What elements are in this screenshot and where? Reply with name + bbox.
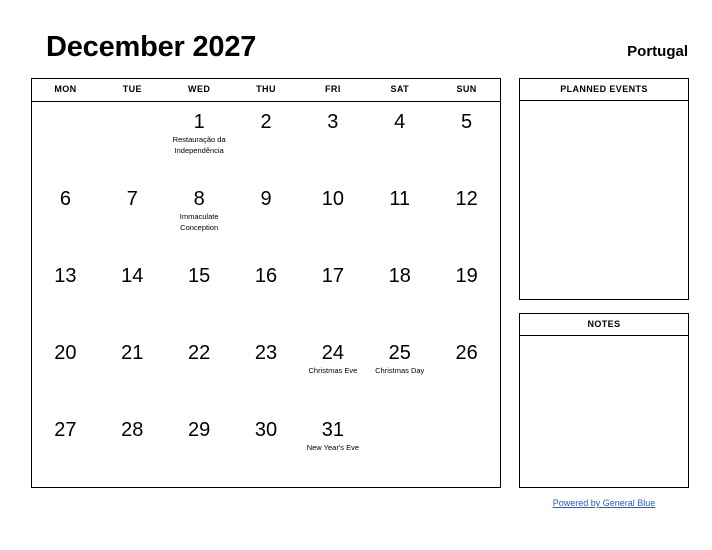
day-number: 8 (193, 188, 205, 210)
day-cell[interactable]: 28 (99, 410, 166, 487)
day-cell[interactable]: 20 (32, 333, 99, 410)
week-row: 1 Restauração da Independência 2 3 4 5 (32, 102, 500, 179)
calendar-weeks: 1 Restauração da Independência 2 3 4 5 6… (32, 102, 500, 487)
day-number: 24 (321, 342, 344, 364)
powered-by-link[interactable]: Powered by General Blue (519, 498, 689, 508)
weekday-header-row: MON TUE WED THU FRI SAT SUN (32, 79, 500, 102)
day-number: 16 (254, 265, 278, 287)
day-cell[interactable]: 27 (32, 410, 99, 487)
day-number: 12 (455, 188, 478, 210)
week-row: 20 21 22 23 24 Christmas Eve 25 Christma… (32, 333, 500, 410)
notes-panel: NOTES (519, 313, 689, 488)
day-cell[interactable]: 16 (233, 256, 300, 333)
day-number: 9 (260, 188, 272, 210)
day-number: 3 (327, 111, 339, 133)
day-event: Restauração da Independência (172, 135, 226, 155)
day-number: 17 (321, 265, 344, 287)
day-number: 19 (455, 265, 478, 287)
day-cell[interactable]: 11 (366, 179, 433, 256)
day-number: 1 (193, 111, 205, 133)
day-number: 18 (388, 265, 411, 287)
day-number: 31 (321, 419, 344, 441)
day-number: 26 (455, 342, 478, 364)
week-row: 6 7 8 Immaculate Conception 9 10 11 12 (32, 179, 500, 256)
day-cell[interactable]: 3 (299, 102, 366, 179)
week-row: 27 28 29 30 31 New Year's Eve (32, 410, 500, 487)
day-number: 6 (59, 188, 71, 210)
planned-events-panel: PLANNED EVENTS (519, 78, 689, 300)
day-number: 27 (54, 419, 77, 441)
day-number: 20 (54, 342, 77, 364)
day-number: 22 (188, 342, 211, 364)
page-title: December 2027 (46, 31, 257, 63)
weekday-header-tue: TUE (122, 84, 142, 94)
planned-events-title: PLANNED EVENTS (520, 79, 688, 101)
day-cell[interactable]: 13 (32, 256, 99, 333)
page-header: December 2027 Portugal (0, 0, 712, 72)
day-cell[interactable]: 6 (32, 179, 99, 256)
day-cell[interactable]: 22 (166, 333, 233, 410)
day-number: 4 (394, 111, 406, 133)
day-number: 2 (260, 111, 272, 133)
day-cell[interactable]: 4 (366, 102, 433, 179)
day-cell[interactable] (366, 410, 433, 487)
day-cell[interactable]: 23 (233, 333, 300, 410)
day-number: 15 (188, 265, 211, 287)
day-number: 5 (461, 111, 473, 133)
day-number: 10 (321, 188, 344, 210)
day-cell[interactable]: 25 Christmas Day (366, 333, 433, 410)
day-cell[interactable]: 12 (433, 179, 500, 256)
day-cell[interactable]: 26 (433, 333, 500, 410)
day-cell[interactable]: 18 (366, 256, 433, 333)
country-label: Portugal (627, 43, 688, 60)
day-number: 7 (126, 188, 138, 210)
day-cell[interactable] (32, 102, 99, 179)
day-cell[interactable] (99, 102, 166, 179)
day-number: 21 (121, 342, 144, 364)
day-number: 23 (254, 342, 278, 364)
day-cell[interactable]: 15 (166, 256, 233, 333)
day-cell[interactable] (433, 410, 500, 487)
day-number: 25 (388, 342, 411, 364)
day-cell[interactable]: 29 (166, 410, 233, 487)
day-cell[interactable]: 21 (99, 333, 166, 410)
day-event: New Year's Eve (306, 443, 360, 452)
day-cell[interactable]: 17 (299, 256, 366, 333)
day-cell[interactable]: 5 (433, 102, 500, 179)
day-cell[interactable]: 7 (99, 179, 166, 256)
day-number: 11 (389, 188, 411, 210)
weekday-header-sun: SUN (456, 84, 477, 94)
notes-title: NOTES (520, 314, 688, 336)
weekday-header-mon: MON (54, 84, 77, 94)
day-number: 28 (121, 419, 144, 441)
day-cell[interactable]: 14 (99, 256, 166, 333)
day-event: Christmas Eve (308, 366, 358, 375)
day-cell[interactable]: 31 New Year's Eve (299, 410, 366, 487)
day-event: Christmas Day (375, 366, 425, 375)
week-row: 13 14 15 16 17 18 19 (32, 256, 500, 333)
day-cell[interactable]: 9 (233, 179, 300, 256)
weekday-header-fri: FRI (325, 84, 341, 94)
day-number: 29 (188, 419, 211, 441)
notes-writing-area[interactable] (520, 336, 688, 487)
day-number: 13 (54, 265, 77, 287)
day-cell[interactable]: 24 Christmas Eve (299, 333, 366, 410)
day-cell[interactable]: 8 Immaculate Conception (166, 179, 233, 256)
day-cell[interactable]: 10 (299, 179, 366, 256)
weekday-header-sat: SAT (390, 84, 409, 94)
weekday-header-wed: WED (188, 84, 211, 94)
weekday-header-thu: THU (256, 84, 276, 94)
day-cell[interactable]: 2 (233, 102, 300, 179)
calendar-grid: MON TUE WED THU FRI SAT SUN 1 Restauraçã… (31, 78, 501, 488)
day-event: Immaculate Conception (179, 212, 219, 232)
day-cell[interactable]: 30 (233, 410, 300, 487)
day-number: 30 (254, 419, 278, 441)
day-number: 14 (121, 265, 144, 287)
day-cell[interactable]: 1 Restauração da Independência (166, 102, 233, 179)
day-cell[interactable]: 19 (433, 256, 500, 333)
planned-events-writing-area[interactable] (520, 101, 688, 299)
